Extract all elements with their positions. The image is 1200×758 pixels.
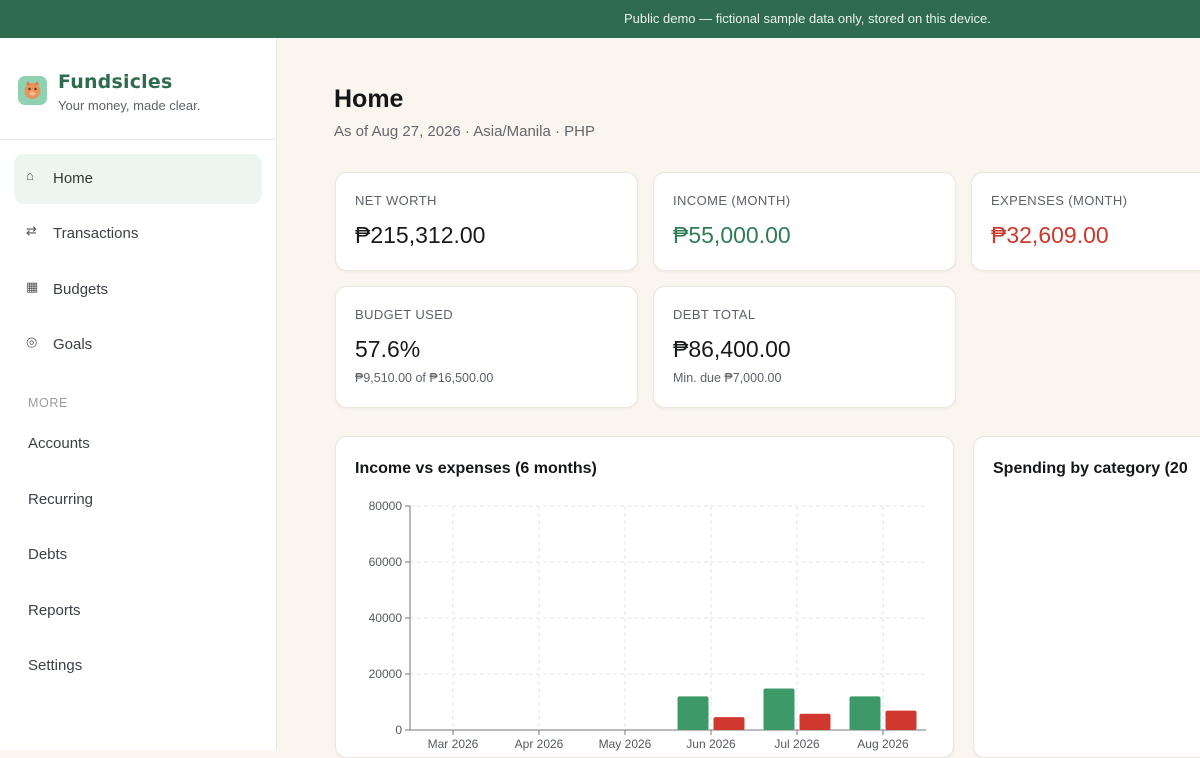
sidebar-item-reports[interactable]: Reports <box>14 589 262 633</box>
target-icon: ◎ <box>26 334 38 349</box>
card-value: 57.6% <box>355 336 421 362</box>
y-tick-label: 80000 <box>369 499 403 513</box>
sidebar-item-label: Reports <box>28 602 81 619</box>
x-tick-label: Apr 2026 <box>515 737 564 751</box>
sidebar-item-goals[interactable]: ◎ Goals <box>14 320 262 370</box>
income-bar <box>849 696 881 730</box>
x-tick-label: Aug 2026 <box>857 737 909 751</box>
brand[interactable]: Fundsicles Your money, made clear. <box>18 71 258 134</box>
budget-used-card: BUDGET USED 57.6% ₱9,510.00 of ₱16,500.0… <box>335 286 638 408</box>
income-vs-expenses-chart-card: Income vs expenses (6 months) 0 20000 4000… <box>335 436 954 758</box>
income-bar <box>677 696 709 730</box>
card-label: DEBT TOTAL <box>673 307 756 322</box>
income-bar <box>763 688 795 730</box>
y-tick-label: 40000 <box>369 611 403 625</box>
transfer-icon: ⇄ <box>26 223 37 238</box>
demo-banner: Public demo — fictional sample data only… <box>0 0 1200 38</box>
income-card: INCOME (MONTH) ₱55,000.00 <box>653 172 956 271</box>
piggy-logo-icon <box>18 76 47 105</box>
x-tick-label: Jul 2026 <box>774 737 820 751</box>
sidebar-item-debts[interactable]: Debts <box>14 533 262 577</box>
y-tick-label: 0 <box>395 723 402 737</box>
brand-tagline: Your money, made clear. <box>58 98 201 113</box>
sidebar-item-home[interactable]: ⌂ Home <box>14 154 262 204</box>
grid-icon: ▦ <box>26 279 39 294</box>
card-value: ₱215,312.00 <box>355 222 486 248</box>
card-label: NET WORTH <box>355 193 437 208</box>
card-sub: Min. due ₱7,000.00 <box>673 371 782 385</box>
sidebar-item-label: Debts <box>28 546 68 563</box>
card-value: ₱86,400.00 <box>673 336 791 362</box>
expense-bar <box>885 710 917 730</box>
x-tick-label: Jun 2026 <box>686 737 736 751</box>
sidebar-item-label: Transactions <box>53 225 139 242</box>
sidebar-item-label: Goals <box>53 336 93 353</box>
expense-bar <box>713 717 745 730</box>
sidebar-item-budgets[interactable]: ▦ Budgets <box>14 265 262 315</box>
sidebar-item-transactions[interactable]: ⇄ Transactions <box>14 209 262 259</box>
sidebar-divider <box>0 139 276 140</box>
sidebar-item-label: Settings <box>28 657 83 674</box>
income-expense-bar-chart: 0 20000 40000 60000 80000 Mar 2026 Apr 2026 May… <box>369 499 926 751</box>
more-section-label: MORE <box>28 396 68 410</box>
card-value: ₱55,000.00 <box>673 222 791 248</box>
chart-title: Spending by category (20 <box>993 460 1188 477</box>
sidebar-item-label: Recurring <box>28 491 94 508</box>
sidebar-item-label: Budgets <box>53 281 109 298</box>
home-icon: ⌂ <box>26 168 34 183</box>
brand-name: Fundsicles <box>58 71 173 93</box>
demo-banner-text: Public demo — fictional sample data only… <box>624 11 991 26</box>
page-subtitle: As of Aug 27, 2026 · Asia/Manila · PHP <box>334 123 595 140</box>
card-label: EXPENSES (MONTH) <box>991 193 1128 208</box>
page-title: Home <box>334 85 404 113</box>
expense-bar <box>799 713 831 730</box>
card-value: ₱32,609.00 <box>991 222 1109 248</box>
sidebar-item-recurring[interactable]: Recurring <box>14 478 262 522</box>
y-tick-label: 20000 <box>369 667 403 681</box>
y-tick-label: 60000 <box>369 555 403 569</box>
sidebar: Fundsicles Your money, made clear. ⌂ Hom… <box>0 38 277 750</box>
debt-total-card: DEBT TOTAL ₱86,400.00 Min. due ₱7,000.00 <box>653 286 956 408</box>
card-label: INCOME (MONTH) <box>673 193 791 208</box>
x-tick-label: Mar 2026 <box>428 737 479 751</box>
sidebar-item-label: Home <box>53 170 94 187</box>
sidebar-item-label: Accounts <box>28 435 90 452</box>
sidebar-item-accounts[interactable]: Accounts <box>14 422 262 466</box>
expenses-card: EXPENSES (MONTH) ₱32,609.00 <box>971 172 1200 271</box>
card-sub: ₱9,510.00 of ₱16,500.00 <box>355 371 494 385</box>
spending-by-category-card: Spending by category (20 <box>973 436 1200 758</box>
x-tick-label: May 2026 <box>599 737 652 751</box>
card-label: BUDGET USED <box>355 307 454 322</box>
net-worth-card: NET WORTH ₱215,312.00 <box>335 172 638 271</box>
sidebar-item-settings[interactable]: Settings <box>14 644 262 688</box>
